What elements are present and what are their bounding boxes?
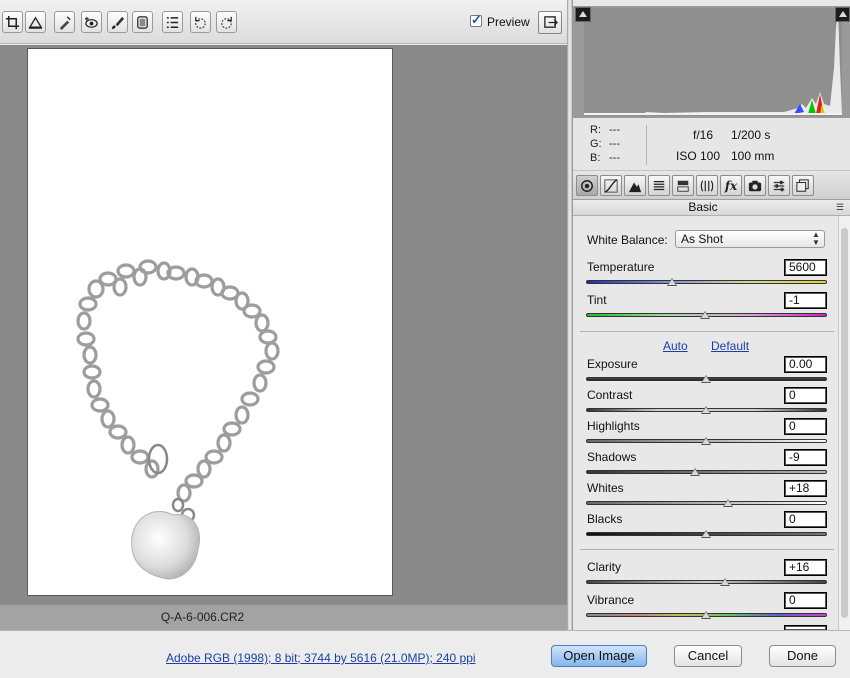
highlights-slider-thumb[interactable] — [701, 437, 711, 445]
shadows-input[interactable]: -9 — [784, 449, 827, 466]
lens-corrections-icon — [700, 179, 714, 192]
temperature-label: Temperature — [587, 260, 655, 274]
histogram-plot — [584, 8, 842, 116]
iso: ISO 100 — [676, 149, 721, 163]
preferences-icon[interactable] — [162, 11, 183, 33]
highlights-input[interactable]: 0 — [784, 418, 827, 435]
whites-slider-thumb[interactable] — [723, 499, 733, 507]
workflow-options-link[interactable]: Adobe RGB (1998); 8 bit; 3744 by 5616 (2… — [166, 651, 476, 665]
focal-length: 100 mm — [731, 149, 775, 163]
tab-snapshots[interactable] — [792, 175, 814, 196]
done-button[interactable]: Done — [769, 645, 836, 667]
snapshots-icon — [796, 178, 809, 192]
bracelet-photo — [76, 259, 280, 580]
presets-icon — [773, 180, 785, 191]
red-eye-tool-icon[interactable] — [81, 11, 102, 33]
whites-slider[interactable] — [586, 501, 827, 505]
auto-link[interactable]: Auto — [663, 339, 688, 353]
clarity-slider-thumb[interactable] — [720, 578, 730, 586]
exposure-input[interactable]: 0.00 — [784, 356, 827, 373]
preview-checkbox[interactable] — [470, 12, 482, 28]
separator — [580, 549, 834, 550]
contrast-input[interactable]: 0 — [784, 387, 827, 404]
blacks-input[interactable]: 0 — [784, 511, 827, 528]
tab-hsl[interactable] — [648, 175, 670, 196]
hsl-icon — [653, 180, 665, 190]
shadow-clipping-warning-icon[interactable] — [575, 7, 591, 22]
open-image-button[interactable]: Open Image — [551, 645, 647, 667]
panel-menu-icon[interactable]: ☰ — [836, 202, 844, 213]
select-arrows-icon: ▲ ▼ — [812, 230, 820, 247]
highlights-label: Highlights — [587, 419, 640, 433]
crop-tool-icon[interactable] — [2, 11, 23, 33]
tint-input[interactable]: -1 — [784, 292, 827, 309]
contrast-slider-thumb[interactable] — [701, 406, 711, 414]
tab-detail[interactable] — [624, 175, 646, 196]
adjustment-brush-icon[interactable] — [107, 11, 128, 33]
panel-scrollbar-thumb[interactable] — [841, 228, 848, 618]
blacks-label: Blacks — [587, 512, 623, 526]
contrast-label: Contrast — [587, 388, 633, 402]
camera-icon — [748, 180, 762, 191]
image-preview[interactable] — [27, 48, 393, 596]
tint-label: Tint — [587, 293, 607, 307]
temperature-slider-thumb[interactable] — [667, 278, 677, 286]
panel-title: Basic — [688, 200, 718, 214]
clarity-slider[interactable] — [586, 580, 827, 584]
whites-input[interactable]: +18 — [784, 480, 827, 497]
tint-slider-thumb[interactable] — [700, 311, 710, 319]
straighten-tool-icon[interactable] — [25, 11, 46, 33]
full-screen-button[interactable] — [538, 11, 562, 34]
split-toning-icon — [677, 180, 689, 192]
temperature-input[interactable]: 5600 — [784, 259, 827, 276]
aperture: f/16 — [693, 128, 714, 142]
preview-label[interactable]: Preview — [487, 15, 530, 29]
tone-curve-icon — [604, 178, 618, 193]
blacks-slider-thumb[interactable] — [701, 530, 711, 538]
rotate-left-icon[interactable] — [190, 11, 211, 33]
full-screen-icon — [543, 16, 558, 28]
graduated-filter-icon[interactable] — [132, 11, 153, 33]
cancel-button[interactable]: Cancel — [674, 645, 742, 667]
vibrance-label: Vibrance — [587, 593, 635, 607]
image-filename: Q-A-6-006.CR2 — [160, 610, 245, 624]
clarity-input[interactable]: +16 — [784, 559, 827, 576]
tab-presets[interactable] — [768, 175, 790, 196]
whites-label: Whites — [587, 481, 624, 495]
shadows-slider-thumb[interactable] — [690, 468, 700, 476]
tab-tone-curve[interactable] — [600, 175, 622, 196]
tab-split-toning[interactable] — [672, 175, 694, 196]
spot-removal-tool-icon[interactable] — [54, 11, 75, 33]
highlight-clipping-warning-icon[interactable] — [835, 7, 850, 22]
default-link[interactable]: Default — [711, 339, 749, 353]
rotate-right-icon[interactable] — [216, 11, 237, 33]
separator — [580, 331, 834, 332]
r-value: --- — [609, 124, 620, 136]
tab-lens-corrections[interactable] — [696, 175, 718, 196]
g-value: --- — [609, 138, 620, 150]
exposure-slider-thumb[interactable] — [701, 375, 711, 383]
info-divider — [646, 125, 647, 165]
vibrance-input[interactable]: 0 — [784, 592, 827, 609]
fx-icon: fx — [724, 178, 738, 193]
exposure-label: Exposure — [587, 357, 638, 371]
vibrance-slider-thumb[interactable] — [701, 611, 711, 619]
shadows-label: Shadows — [587, 450, 637, 464]
white-balance-select[interactable]: As Shot — [675, 230, 825, 248]
tab-basic[interactable] — [576, 175, 598, 196]
r-label: R: — [590, 124, 601, 136]
shadows-slider[interactable] — [586, 470, 827, 474]
temperature-slider[interactable] — [586, 280, 827, 284]
tab-effects[interactable]: fx — [720, 175, 742, 196]
detail-icon — [628, 182, 642, 192]
tab-camera-calibration[interactable] — [744, 175, 766, 196]
g-label: G: — [590, 138, 602, 150]
shutter-speed: 1/200 s — [731, 128, 771, 142]
white-balance-label: White Balance: — [587, 233, 668, 247]
b-label: B: — [590, 152, 601, 164]
clarity-label: Clarity — [587, 560, 622, 574]
aperture-icon — [581, 179, 593, 192]
b-value: --- — [609, 152, 620, 164]
